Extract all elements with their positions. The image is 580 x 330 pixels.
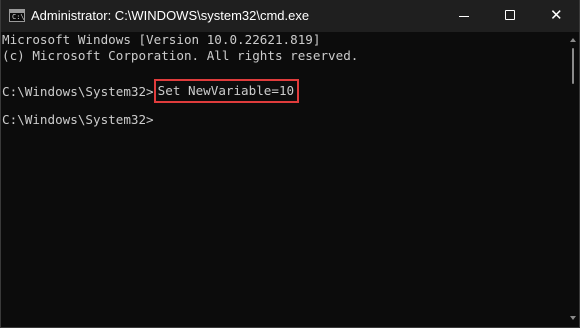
console-line-command: C:\Windows\System32> Set NewVariable=10 — [2, 79, 572, 103]
cmd-window: C:\ Administrator: C:\WINDOWS\system32\c… — [0, 0, 580, 328]
close-icon: ✕ — [550, 6, 563, 24]
scroll-down-arrow-icon[interactable] — [570, 316, 576, 320]
vertical-scrollbar[interactable] — [568, 32, 578, 326]
window-title: Administrator: C:\WINDOWS\system32\cmd.e… — [31, 8, 310, 23]
console-line-prompt: C:\Windows\System32> — [2, 112, 154, 127]
scroll-up-arrow-icon[interactable] — [570, 38, 576, 42]
scroll-thumb[interactable] — [572, 48, 574, 84]
minimize-button[interactable] — [441, 0, 487, 32]
command-prompt: C:\Windows\System32> — [2, 84, 154, 99]
cmd-app-icon[interactable]: C:\ — [9, 9, 25, 22]
minimize-icon — [459, 16, 469, 17]
maximize-button[interactable] — [487, 0, 533, 32]
highlighted-command: Set NewVariable=10 — [153, 79, 300, 103]
cmd-app-icon-glyph: C:\ — [12, 13, 25, 21]
close-button[interactable]: ✕ — [533, 0, 579, 32]
console-line-version: Microsoft Windows [Version 10.0.22621.81… — [2, 32, 321, 47]
title-bar[interactable]: C:\ Administrator: C:\WINDOWS\system32\c… — [1, 0, 579, 32]
console-output[interactable]: Microsoft Windows [Version 10.0.22621.81… — [1, 32, 572, 326]
console-line-copyright: (c) Microsoft Corporation. All rights re… — [2, 48, 359, 63]
command-text: Set NewVariable=10 — [157, 83, 295, 98]
maximize-icon — [505, 10, 515, 20]
